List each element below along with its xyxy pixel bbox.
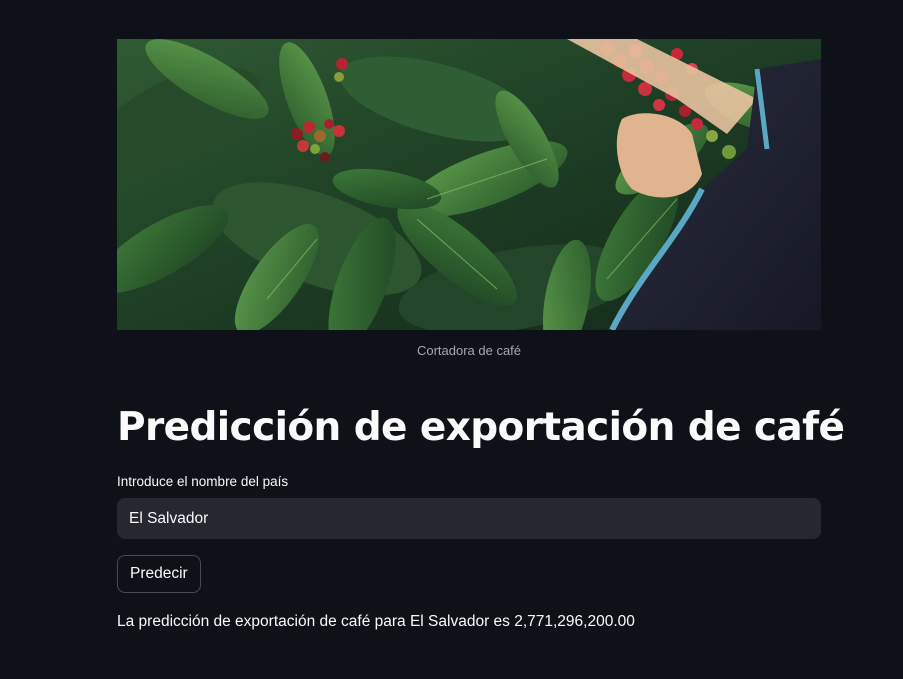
country-input-label: Introduce el nombre del país: [117, 474, 289, 489]
hero-image: [117, 39, 821, 330]
main-content: Cortadora de café Predicción de exportac…: [117, 39, 845, 632]
prediction-result: La predicción de exportación de café par…: [117, 613, 635, 630]
predict-button[interactable]: Predecir: [117, 555, 201, 593]
country-input[interactable]: [127, 508, 821, 529]
country-input-container: [117, 498, 821, 539]
page-title: Predicción de exportación de café: [117, 405, 845, 450]
coffee-plant-illustration: [117, 39, 821, 330]
hero-caption: Cortadora de café: [416, 343, 522, 358]
